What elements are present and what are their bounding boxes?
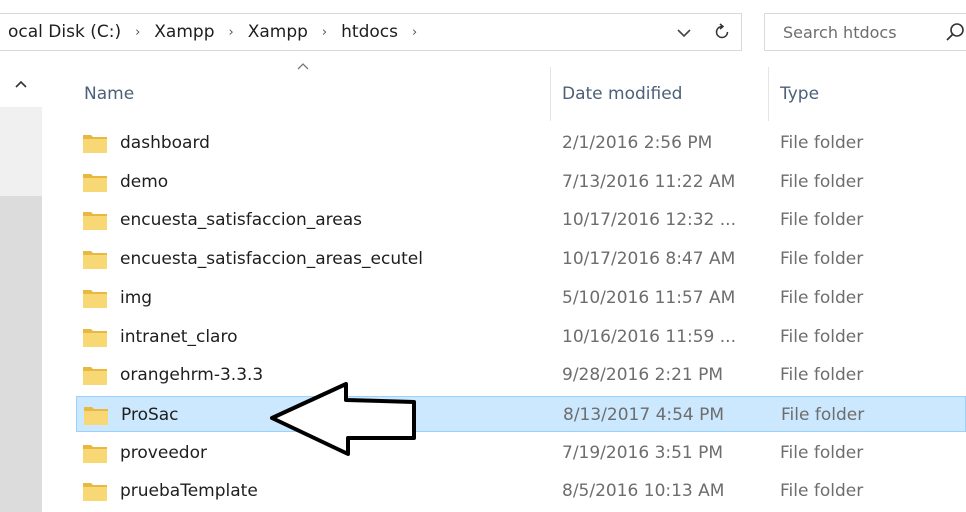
file-type: File folder	[780, 249, 864, 270]
file-date-modified: 10/17/2016 8:47 AM	[562, 249, 736, 270]
file-name: encuesta_satisfaccion_areas_ecutel	[120, 249, 423, 270]
file-row[interactable]: dashboard 2/1/2016 2:56 PM File folder	[76, 125, 966, 161]
column-divider[interactable]	[768, 67, 769, 121]
breadcrumb-xampp-1[interactable]: Xampp	[152, 22, 216, 42]
breadcrumb-xampp-2[interactable]: Xampp	[246, 22, 310, 42]
folder-icon	[82, 364, 108, 386]
file-name: encuesta_satisfaccion_areas	[120, 210, 363, 231]
search-box[interactable]	[764, 13, 966, 51]
file-type: File folder	[780, 287, 864, 308]
file-date-modified: 10/17/2016 12:32 ...	[562, 210, 736, 231]
chevron-down-icon[interactable]	[676, 24, 692, 43]
file-date-modified: 2/1/2016 2:56 PM	[562, 133, 713, 153]
folder-icon	[83, 404, 109, 426]
search-icon[interactable]	[943, 20, 966, 44]
file-name: ProSac	[121, 404, 179, 425]
folder-icon	[82, 171, 108, 193]
column-header-date-label: Date modified	[562, 84, 683, 104]
breadcrumb-separator[interactable]: ›	[123, 25, 152, 40]
column-divider[interactable]	[550, 67, 551, 121]
file-type: File folder	[780, 171, 864, 192]
scrollbar-thumb[interactable]	[0, 196, 42, 512]
folder-icon	[82, 442, 108, 464]
address-bar[interactable]: ocal Disk (C:) › Xampp › Xampp › htdocs …	[0, 13, 742, 51]
file-row[interactable]: pruebaTemplate 8/5/2016 10:13 AM File fold…	[76, 473, 966, 509]
breadcrumb-separator[interactable]: ›	[400, 25, 429, 40]
file-type: File folder	[781, 404, 865, 425]
folder-icon	[82, 480, 108, 502]
file-row[interactable]: intranet_claro 10/16/2016 11:59 ... File f…	[76, 319, 966, 355]
file-date-modified: 10/16/2016 11:59 ...	[562, 326, 736, 347]
folder-icon	[82, 287, 108, 309]
refresh-icon[interactable]	[708, 18, 736, 46]
breadcrumb-local-disk[interactable]: ocal Disk (C:)	[6, 22, 123, 42]
folder-icon	[82, 248, 108, 270]
column-header-type-label: Type	[780, 84, 820, 104]
file-name: demo	[120, 171, 169, 192]
file-row[interactable]: encuesta_satisfaccion_areas 10/17/2016 12…	[76, 202, 966, 238]
column-header-date-modified[interactable]: Date modified	[562, 67, 682, 121]
folder-icon	[82, 209, 108, 231]
scroll-up-icon[interactable]	[14, 77, 28, 93]
file-row[interactable]: proveedor 7/19/2016 3:51 PM File folder	[76, 435, 966, 471]
file-name: intranet_claro	[120, 326, 238, 347]
file-name: pruebaTemplate	[120, 481, 258, 502]
file-row[interactable]: encuesta_satisfaccion_areas_ecutel 10/17/…	[76, 241, 966, 277]
file-row[interactable]: ProSac 8/13/2017 4:54 PM File folder	[76, 395, 966, 432]
file-row[interactable]: demo 7/13/2016 11:22 AM File folder	[76, 164, 966, 200]
annotation-arrow-icon	[270, 382, 416, 456]
folder-icon	[82, 326, 108, 348]
file-row[interactable]: img 5/10/2016 11:57 AM File folder	[76, 280, 966, 316]
breadcrumb-htdocs[interactable]: htdocs	[339, 22, 400, 42]
file-date-modified: 8/5/2016 10:13 AM	[562, 481, 725, 502]
folder-icon	[82, 132, 108, 154]
file-date-modified: 5/10/2016 11:57 AM	[562, 287, 736, 308]
column-header-type[interactable]: Type	[780, 67, 819, 121]
search-input[interactable]	[783, 22, 933, 42]
file-name: img	[120, 287, 153, 308]
breadcrumb-separator[interactable]: ›	[217, 25, 246, 40]
file-type: File folder	[780, 442, 864, 463]
file-name: dashboard	[120, 133, 210, 153]
column-header-name-label: Name	[84, 84, 135, 104]
file-name: proveedor	[120, 442, 207, 463]
file-type: File folder	[780, 210, 864, 231]
breadcrumb: ocal Disk (C:) › Xampp › Xampp › htdocs …	[6, 14, 429, 50]
column-headers: Name Date modified Type	[42, 63, 966, 121]
file-date-modified: 7/19/2016 3:51 PM	[562, 442, 724, 463]
file-type: File folder	[780, 481, 864, 502]
column-header-name[interactable]: Name	[84, 67, 134, 121]
file-row[interactable]: orangehrm-3.3.3 9/28/2016 2:21 PM File fol…	[76, 357, 966, 393]
file-type: File folder	[780, 326, 864, 347]
file-name: orangehrm-3.3.3	[120, 365, 264, 386]
file-type: File folder	[780, 365, 864, 386]
file-date-modified: 8/13/2017 4:54 PM	[563, 404, 725, 425]
sort-ascending-icon	[296, 59, 310, 75]
address-bar-row: ocal Disk (C:) › Xampp › Xampp › htdocs …	[0, 0, 966, 67]
file-type: File folder	[780, 133, 864, 153]
breadcrumb-separator[interactable]: ›	[310, 25, 339, 40]
file-date-modified: 7/13/2016 11:22 AM	[562, 171, 736, 192]
file-date-modified: 9/28/2016 2:21 PM	[562, 365, 724, 386]
